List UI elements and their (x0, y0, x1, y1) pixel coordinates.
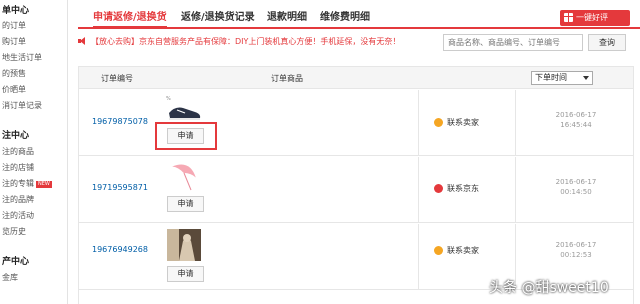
sidebar-heading-orders: 单中心 (2, 6, 30, 16)
order-number-link[interactable]: 19676949268 (92, 245, 148, 254)
tab-repair-fee-details[interactable]: 维修费明细 (320, 8, 370, 23)
apply-button[interactable]: 申请 (167, 128, 204, 144)
order-clock: 00:14:50 (560, 188, 592, 196)
order-number-link[interactable]: 19719595871 (92, 183, 148, 192)
sidebar-item-local-orders[interactable]: 地生活订单 (2, 52, 42, 63)
order-time: 2016-06-17 16:45:44 (536, 110, 616, 130)
table-row: 19679875078 % 申请 联系卖家 2016-06-17 16:45:44 (79, 90, 633, 156)
column-header-product: 订单商品 (271, 74, 303, 83)
column-divider (418, 224, 419, 290)
column-divider (418, 157, 419, 223)
tab-repair-records[interactable]: 返修/退换货记录 (181, 8, 255, 23)
tab-apply-repair[interactable]: 申请返修/退换货 (93, 8, 167, 28)
sidebar-item-cancelled[interactable]: 消订单记录 (2, 100, 42, 111)
new-badge: NEW (36, 181, 52, 188)
apply-button[interactable]: 申请 (167, 196, 204, 212)
speaker-icon (78, 37, 87, 45)
table-row: 19719595871 申请 联系京东 2016-06-17 00:14:50 (79, 157, 633, 223)
order-date: 2016-06-17 (555, 178, 597, 186)
chat-icon (434, 184, 443, 193)
gift-icon (564, 13, 573, 22)
sidebar: 单中心 的订单 购订单 地生活订单 的预售 价晒单 消订单记录 注中心 注的商品… (0, 0, 68, 304)
sidebar-item-group-orders[interactable]: 购订单 (2, 36, 26, 47)
chat-icon (434, 118, 443, 127)
sidebar-item-vault[interactable]: 金库 (2, 272, 18, 283)
order-time: 2016-06-17 00:12:53 (536, 240, 616, 260)
sidebar-item-followed-brands[interactable]: 注的品牌 (2, 194, 34, 205)
sort-select[interactable]: 下单时间 (531, 71, 593, 85)
watermark: 头条 @甜sweet10 (489, 280, 609, 296)
chevron-down-icon (583, 76, 589, 80)
order-number-link[interactable]: 19679875078 (92, 117, 148, 126)
notice-banner: 【放心去购】京东自营服务产品有保障：DIY上门装机真心方便！手机延保，没有无奈！ (78, 36, 400, 47)
thumb-tag: % (166, 96, 171, 102)
sidebar-item-followed-products[interactable]: 注的商品 (2, 146, 34, 157)
column-header-order-no: 订单编号 (101, 74, 133, 83)
sort-select-value: 下单时间 (535, 73, 567, 82)
sidebar-item-followed-shops[interactable]: 注的店铺 (2, 162, 34, 173)
order-table: 订单编号 订单商品 下单时间 19679875078 % 申请 联系卖家 201… (78, 66, 634, 304)
column-divider (418, 90, 419, 156)
apply-button[interactable]: 申请 (167, 266, 204, 282)
sidebar-heading-follow: 注中心 (2, 131, 30, 141)
order-date: 2016-06-17 (555, 111, 597, 119)
sidebar-item-followed-albums[interactable]: 注的专辑 NEW (2, 178, 52, 189)
search-button[interactable]: 查询 (588, 34, 626, 51)
one-click-review-button[interactable]: 一键好评 (560, 10, 630, 26)
sidebar-item-label: 注的专辑 (2, 179, 34, 188)
table-header: 订单编号 订单商品 下单时间 (79, 67, 633, 89)
column-divider (515, 90, 516, 156)
search-input[interactable] (443, 34, 583, 51)
photo-thumbnail[interactable] (165, 227, 203, 263)
seller-label: 联系卖家 (447, 246, 479, 255)
sidebar-item-followed-events[interactable]: 注的活动 (2, 210, 34, 221)
sidebar-item-reviews[interactable]: 价晒单 (2, 84, 26, 95)
tab-bar: 申请返修/退换货 返修/退换货记录 退款明细 维修费明细 一键好评 (78, 0, 640, 29)
chat-icon (434, 246, 443, 255)
column-divider (515, 157, 516, 223)
order-time: 2016-06-17 00:14:50 (536, 177, 616, 197)
sidebar-heading-assets: 产中心 (2, 257, 30, 267)
sidebar-item-presale[interactable]: 的预售 (2, 68, 26, 79)
contact-jd-link[interactable]: 联系京东 (434, 183, 479, 194)
contact-seller-link[interactable]: 联系卖家 (434, 117, 479, 128)
order-clock: 00:12:53 (560, 251, 592, 259)
contact-seller-link[interactable]: 联系卖家 (434, 245, 479, 256)
tab-refund-details[interactable]: 退款明细 (267, 8, 307, 23)
sidebar-item-history[interactable]: 览历史 (2, 226, 26, 237)
sidebar-item-my-orders[interactable]: 的订单 (2, 20, 26, 31)
notice-text[interactable]: 【放心去购】京东自营服务产品有保障：DIY上门装机真心方便！手机延保，没有无奈！ (91, 37, 400, 46)
umbrella-thumbnail[interactable] (165, 160, 203, 196)
seller-label: 联系卖家 (447, 118, 479, 127)
order-date: 2016-06-17 (555, 241, 597, 249)
seller-label: 联系京东 (447, 184, 479, 193)
review-button-label: 一键好评 (576, 13, 608, 22)
order-clock: 16:45:44 (560, 121, 592, 129)
